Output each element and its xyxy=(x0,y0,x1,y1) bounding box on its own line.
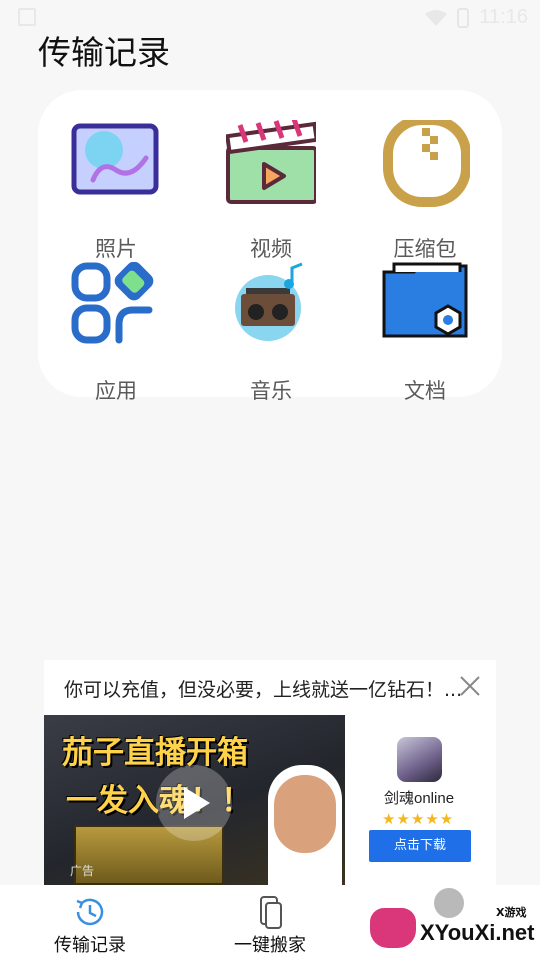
ad-video[interactable]: 茄子直播开箱 一发入魂！！ 广告 xyxy=(44,715,345,885)
category-archive[interactable]: 压缩包 xyxy=(347,120,497,261)
battery-icon xyxy=(457,7,470,28)
category-document[interactable]: 文档 xyxy=(347,262,497,403)
play-icon[interactable] xyxy=(156,765,232,841)
music-icon xyxy=(235,262,303,341)
close-icon[interactable] xyxy=(458,674,482,698)
download-button[interactable]: 点击下载 xyxy=(369,830,471,862)
category-grid: 照片 视频 压缩包 应用 音乐 文档 xyxy=(38,90,502,403)
tab-label: 一键搬家 xyxy=(234,935,306,956)
ad-tag: 广告 xyxy=(70,864,95,878)
watermark-small-text: X游戏 xyxy=(496,906,527,919)
ad-title: 你可以充值，但没必要，上线就送一亿钻石！... xyxy=(64,679,463,701)
document-icon xyxy=(382,262,468,338)
settings-icon xyxy=(434,888,464,918)
category-app[interactable]: 应用 xyxy=(38,262,188,403)
category-video[interactable]: 视频 xyxy=(193,120,343,261)
ad-app-name: 剑魂online xyxy=(384,790,455,807)
category-label: 应用 xyxy=(95,379,137,403)
category-photo[interactable]: 照片 xyxy=(38,120,188,261)
category-label: 照片 xyxy=(95,237,137,261)
category-label: 音乐 xyxy=(250,379,292,403)
ad-card[interactable]: 你可以充值，但没必要，上线就送一亿钻石！... 茄子直播开箱 一发入魂！！ 广告… xyxy=(44,660,496,885)
ad-app-icon xyxy=(397,737,442,782)
ad-person-image xyxy=(268,765,342,885)
category-label: 文档 xyxy=(404,379,446,403)
phones-icon xyxy=(260,896,282,929)
wifi-icon xyxy=(425,9,448,26)
page-title: 传输记录 xyxy=(38,33,170,72)
status-time: 11:16 xyxy=(479,6,528,28)
watermark-logo xyxy=(370,908,416,948)
rating-stars: ★★★★★ xyxy=(382,810,455,828)
photo-icon xyxy=(71,123,159,195)
category-music[interactable]: 音乐 xyxy=(193,262,343,403)
app-icon xyxy=(71,262,154,344)
category-label: 压缩包 xyxy=(393,237,457,261)
tab-label: 传输记录 xyxy=(54,935,126,956)
status-right: 11:16 xyxy=(425,6,528,29)
clock-icon xyxy=(76,898,104,926)
watermark-text: XYouXi.net xyxy=(420,920,535,945)
archive-icon xyxy=(383,120,470,207)
watermark: X游戏 XYouXi.net xyxy=(368,888,538,958)
notification-icon xyxy=(18,8,36,26)
tab-transfer-history[interactable]: 传输记录 xyxy=(10,885,170,960)
category-label: 视频 xyxy=(250,237,292,261)
ad-headline: 茄子直播开箱 xyxy=(62,735,248,771)
tab-phone-migration[interactable]: 一键搬家 xyxy=(190,885,350,960)
video-icon xyxy=(226,120,316,204)
